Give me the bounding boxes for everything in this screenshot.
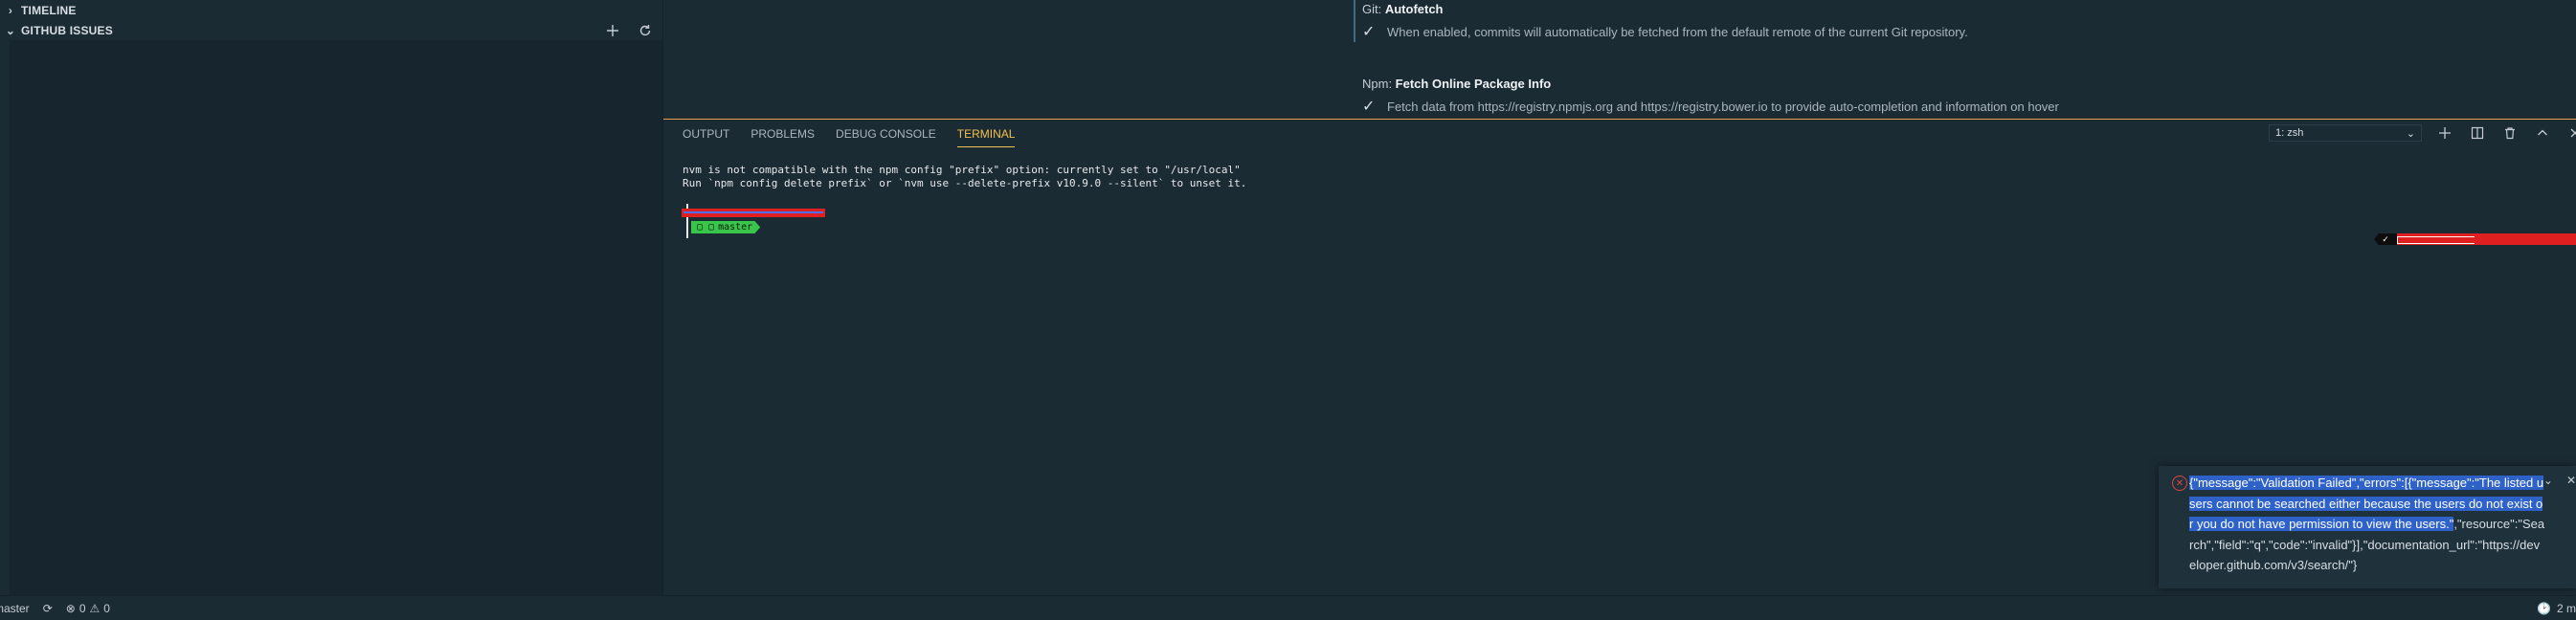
tab-output[interactable]: OUTPUT bbox=[683, 127, 729, 147]
github-issues-label: GITHUB ISSUES bbox=[21, 23, 113, 37]
chevron-down-icon[interactable]: ⌄ bbox=[2543, 474, 2553, 487]
status-right: 🕑 2 m bbox=[2537, 602, 2576, 615]
error-count: 0 bbox=[78, 601, 86, 615]
notification-actions: ⌄ ✕ bbox=[2543, 474, 2576, 487]
panel-actions: 1: zsh ⌄ bbox=[2269, 123, 2576, 143]
setting-description: Fetch data from https://registry.npmjs.o… bbox=[1387, 99, 2059, 114]
error-notification: ✕ {"message":"Validation Failed","errors… bbox=[2159, 466, 2576, 588]
setting-name: Autofetch bbox=[1384, 2, 1444, 16]
error-icon: ✕ bbox=[2172, 476, 2187, 491]
time-status[interactable]: 2 m bbox=[2557, 602, 2576, 615]
checkbox-checked-icon[interactable]: ✓ bbox=[1362, 22, 1378, 41]
setting-npm-fetch: Npm: Fetch Online Package Info ✓ Fetch d… bbox=[1362, 77, 2059, 116]
timeline-section-header[interactable]: › TIMELINE bbox=[0, 0, 662, 20]
branch-name: master bbox=[0, 601, 30, 615]
setting-category: Npm: bbox=[1362, 77, 1396, 91]
add-icon[interactable] bbox=[603, 21, 622, 40]
history-icon: 🕑 bbox=[2537, 601, 2551, 615]
branch-name: master bbox=[718, 222, 753, 232]
git-branch-segment: ▢ ▢ master bbox=[691, 221, 761, 233]
tab-debug-console[interactable]: DEBUG CONSOLE bbox=[836, 127, 936, 147]
tab-terminal[interactable]: TERMINAL bbox=[956, 127, 1016, 147]
notification-message[interactable]: {"message":"Validation Failed","errors":… bbox=[2189, 473, 2545, 576]
redacted-underline bbox=[683, 211, 823, 213]
maximize-panel-icon[interactable] bbox=[2533, 123, 2552, 143]
status-left: master ⟳ ⊗ 0 ⚠ 0 bbox=[0, 602, 110, 615]
terminal-line: nvm is not compatible with the npm confi… bbox=[683, 164, 1241, 176]
setting-focus-indicator bbox=[1354, 0, 1355, 42]
settings-editor: Git: Autofetch ✓ When enabled, commits w… bbox=[663, 0, 2576, 120]
terminal-output[interactable]: nvm is not compatible with the npm confi… bbox=[683, 164, 1246, 190]
panel-tabs: OUTPUT PROBLEMS DEBUG CONSOLE TERMINAL bbox=[683, 127, 1016, 147]
timeline-label: TIMELINE bbox=[21, 3, 77, 17]
setting-description: When enabled, commits will automatically… bbox=[1387, 24, 1968, 39]
terminal-select-value: 1: zsh bbox=[2275, 127, 2304, 139]
chevron-down-icon: ⌄ bbox=[5, 23, 16, 37]
bottom-panel: OUTPUT PROBLEMS DEBUG CONSOLE TERMINAL 1… bbox=[663, 120, 2576, 595]
setting-category: Git: bbox=[1362, 2, 1385, 16]
check-icon: ✓ bbox=[2374, 233, 2397, 245]
tab-problems[interactable]: PROBLEMS bbox=[750, 127, 815, 147]
status-bar: master ⟳ ⊗ 0 ⚠ 0 🕑 2 m bbox=[0, 595, 2576, 620]
chevron-down-icon: ⌄ bbox=[2406, 127, 2415, 140]
setting-git-autofetch: Git: Autofetch ✓ When enabled, commits w… bbox=[1362, 2, 1968, 41]
warning-icon: ⚠ bbox=[89, 601, 101, 615]
sidebar: › TIMELINE ⌄ GITHUB ISSUES bbox=[0, 0, 663, 595]
section-actions bbox=[603, 20, 662, 40]
redacted-outline bbox=[2397, 236, 2475, 244]
chevron-right-icon: › bbox=[8, 3, 13, 17]
terminal-line: Run `npm config delete prefix` or `nvm u… bbox=[683, 177, 1247, 189]
sync-icon[interactable]: ⟳ bbox=[43, 602, 53, 615]
setting-title: Git: Autofetch bbox=[1362, 2, 1968, 16]
branch-status[interactable]: master bbox=[0, 602, 30, 615]
close-icon[interactable] bbox=[2565, 123, 2576, 143]
terminal-right-prompt: ✓ bbox=[2374, 233, 2576, 245]
checkbox-checked-icon[interactable]: ✓ bbox=[1362, 97, 1378, 116]
new-terminal-icon[interactable] bbox=[2435, 123, 2454, 143]
setting-name: Fetch Online Package Info bbox=[1395, 77, 1552, 91]
setting-title: Npm: Fetch Online Package Info bbox=[1362, 77, 2059, 91]
github-issues-section-header[interactable]: ⌄ GITHUB ISSUES bbox=[0, 20, 662, 40]
refresh-icon[interactable] bbox=[636, 21, 655, 40]
warning-count: 0 bbox=[103, 601, 110, 615]
branch-icon: ▢ ▢ bbox=[697, 222, 715, 232]
error-icon: ⊗ bbox=[65, 601, 76, 615]
problems-status[interactable]: ⊗ 0 ⚠ 0 bbox=[66, 602, 110, 615]
github-issues-tree bbox=[10, 40, 662, 595]
trash-icon[interactable] bbox=[2500, 123, 2520, 143]
close-icon[interactable]: ✕ bbox=[2566, 474, 2576, 487]
split-terminal-icon[interactable] bbox=[2468, 123, 2487, 143]
terminal-prompt: ▢ ▢ master bbox=[682, 202, 825, 240]
terminal-select[interactable]: 1: zsh ⌄ bbox=[2269, 124, 2422, 142]
